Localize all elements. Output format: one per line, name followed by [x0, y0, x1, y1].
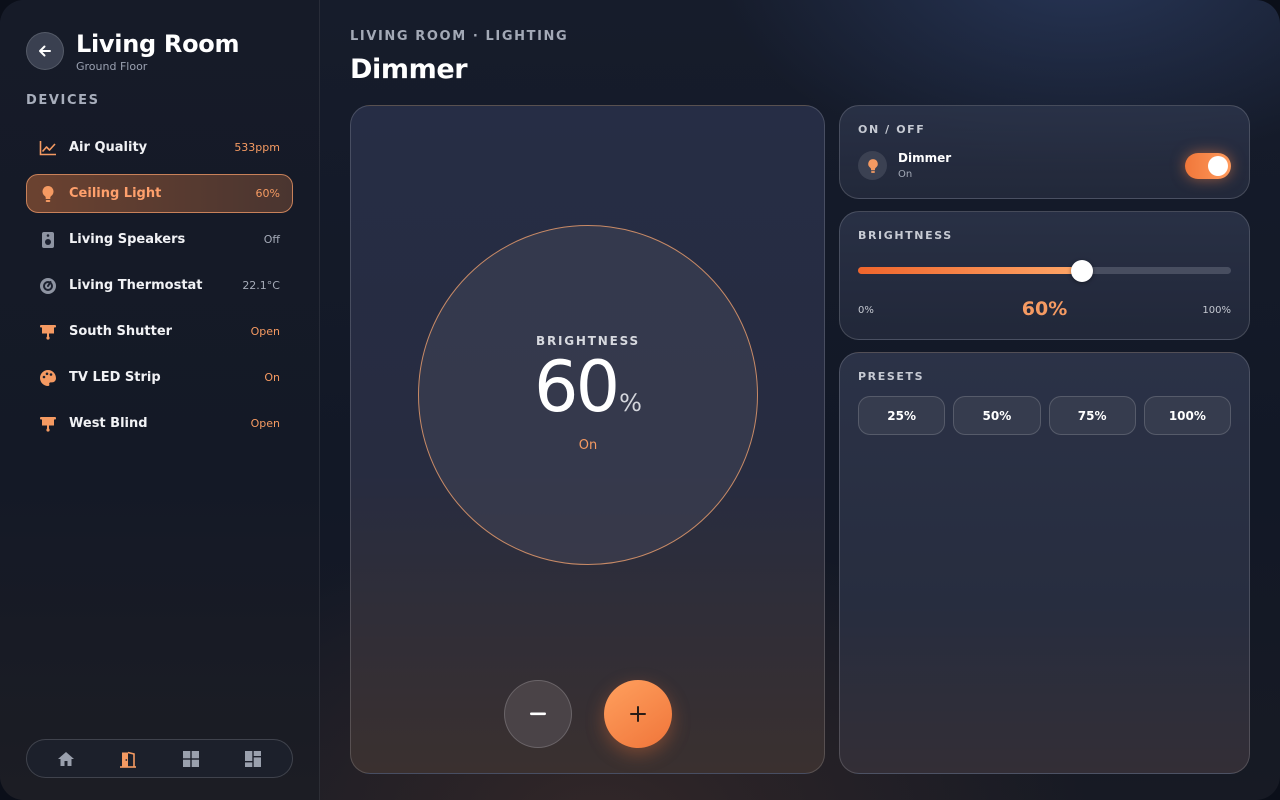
device-status: Open: [250, 417, 280, 430]
presets-card: PRESETS 25% 50% 75% 100%: [839, 352, 1250, 774]
home-icon: [58, 751, 75, 766]
device-name: South Shutter: [69, 324, 173, 339]
slider-value-label: 60%: [1021, 298, 1068, 320]
power-card: ON / OFF Dimmer On: [839, 105, 1250, 199]
device-status: 22.1°C: [242, 279, 280, 292]
preset-50-button[interactable]: 50%: [953, 396, 1041, 435]
device-name: West Blind: [69, 416, 148, 431]
preset-100-button[interactable]: 100%: [1143, 396, 1231, 435]
device-status: On: [264, 371, 280, 384]
breadcrumb: LIVING ROOM · LIGHTING: [350, 29, 569, 44]
room-title: Living Room: [76, 30, 240, 58]
sidebar-item-living-thermostat[interactable]: Living Thermostat 22.1°C: [26, 266, 293, 305]
arrow-left-icon: [39, 45, 51, 57]
palette-icon: [39, 369, 57, 387]
brightness-dial[interactable]: BRIGHTNESS 60% On: [418, 225, 758, 565]
power-toggle[interactable]: [1185, 153, 1231, 179]
sidebar-item-ceiling-light[interactable]: Ceiling Light 60%: [26, 174, 293, 213]
slider-thumb[interactable]: [1070, 260, 1093, 282]
dial-status: On: [578, 438, 598, 453]
preset-row: 25% 50% 75% 100%: [858, 396, 1231, 435]
thermostat-icon: [39, 277, 57, 295]
back-button[interactable]: [26, 32, 64, 70]
preset-75-button[interactable]: 75%: [1048, 396, 1136, 435]
door-icon: [120, 751, 137, 768]
dial-number: 60: [534, 346, 620, 428]
power-card-label: ON / OFF: [858, 123, 926, 136]
shutter-icon: [39, 323, 57, 341]
device-name: Dimmer: [898, 151, 952, 165]
minus-icon: [530, 712, 546, 716]
nav-home[interactable]: [50, 745, 82, 773]
devices-section-label: DEVICES: [26, 93, 100, 108]
increase-button[interactable]: [604, 680, 672, 748]
device-name: TV LED Strip: [69, 370, 161, 385]
plus-icon: [630, 706, 646, 722]
device-name: Ceiling Light: [69, 186, 162, 201]
lightbulb-icon: [39, 185, 57, 203]
presets-card-label: PRESETS: [858, 370, 925, 383]
chart-line-icon: [39, 139, 57, 157]
sidebar-item-south-shutter[interactable]: South Shutter Open: [26, 312, 293, 351]
nav-dashboard[interactable]: [237, 745, 269, 773]
device-status: Open: [250, 325, 280, 338]
dial-value: 60%: [419, 346, 757, 428]
slider-max-label: 100%: [1202, 305, 1231, 316]
page-title: Dimmer: [350, 54, 468, 85]
bottom-nav: [26, 739, 293, 778]
device-status: 60%: [255, 187, 280, 200]
dimmer-dial-card: BRIGHTNESS 60% On: [350, 105, 825, 774]
brightness-card: BRIGHTNESS 0% 60% 100%: [839, 211, 1250, 340]
sidebar-item-west-blind[interactable]: West Blind Open: [26, 404, 293, 443]
lightbulb-icon: [858, 151, 887, 180]
app-frame: Living Room Ground Floor DEVICES Air Qua…: [0, 0, 1280, 800]
sidebar-item-tv-led-strip[interactable]: TV LED Strip On: [26, 358, 293, 397]
brightness-slider[interactable]: [858, 260, 1231, 282]
speaker-icon: [39, 231, 57, 249]
grid-icon: [182, 750, 199, 767]
sidebar-item-air-quality[interactable]: Air Quality 533ppm: [26, 128, 293, 167]
device-list: Air Quality 533ppm Ceiling Light 60% Liv…: [26, 128, 293, 450]
blind-icon: [39, 415, 57, 433]
toggle-knob: [1208, 156, 1228, 176]
device-status: 533ppm: [234, 141, 280, 154]
dashboard-icon: [244, 750, 261, 767]
decrease-button[interactable]: [504, 680, 572, 748]
nav-devices[interactable]: [175, 745, 207, 773]
sidebar-item-living-speakers[interactable]: Living Speakers Off: [26, 220, 293, 259]
dial-unit: %: [619, 389, 642, 417]
preset-25-button[interactable]: 25%: [858, 396, 946, 435]
device-status: Off: [263, 233, 280, 246]
room-subtitle: Ground Floor: [76, 60, 148, 73]
nav-rooms[interactable]: [112, 745, 144, 773]
sidebar: Living Room Ground Floor DEVICES Air Qua…: [0, 0, 320, 800]
slider-fill: [858, 267, 1082, 274]
device-name: Living Speakers: [69, 232, 186, 247]
brightness-card-label: BRIGHTNESS: [858, 229, 953, 242]
device-name: Air Quality: [69, 140, 148, 155]
device-name: Living Thermostat: [69, 278, 203, 293]
device-state: On: [898, 169, 913, 180]
